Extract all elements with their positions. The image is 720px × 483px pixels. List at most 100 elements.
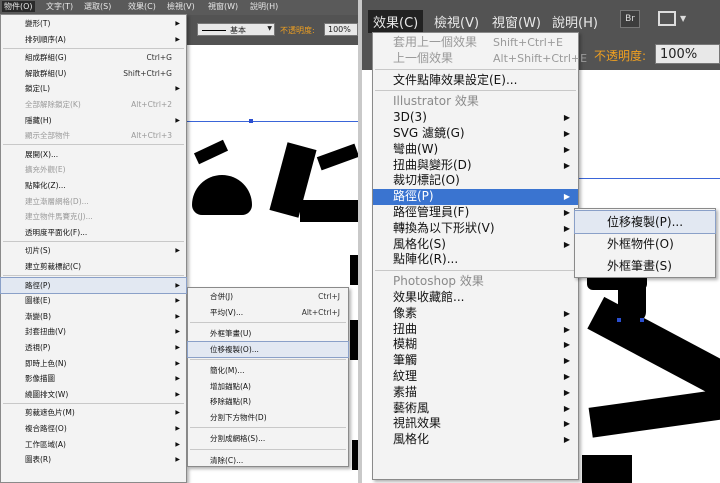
menu-item-簡化[interactable]: 簡化(M)... bbox=[188, 363, 348, 379]
workspace-layout-icon[interactable] bbox=[658, 11, 676, 26]
menu-effect[interactable]: 效果(C) bbox=[128, 1, 156, 12]
menu-object[interactable]: 物件(O) bbox=[2, 1, 35, 12]
menu-item-建立剪裁標記[interactable]: 建立剪裁標記(C) bbox=[1, 259, 186, 275]
menu-item-圖樣[interactable]: 圖樣(E) ▶ bbox=[1, 293, 186, 309]
menu-item-像素[interactable]: 像素 ▶ bbox=[373, 306, 578, 322]
menu-item-路徑管理員[interactable]: 路徑管理員(F) ▶ bbox=[373, 205, 578, 221]
menu-item-點陣化[interactable]: 點陣化(R)... bbox=[373, 252, 578, 268]
menu-separator bbox=[375, 270, 576, 272]
menu-item-label: 封套扭曲(V) bbox=[25, 327, 66, 337]
menu-item-視訊效果[interactable]: 視訊效果 ▶ bbox=[373, 416, 578, 432]
menu-item-路徑[interactable]: 路徑(P) ▶ bbox=[0, 276, 187, 295]
menu-item-label: 效果收藏館... bbox=[393, 290, 465, 304]
opacity-label: 不透明度: bbox=[594, 49, 647, 63]
menu-item-彎曲[interactable]: 彎曲(W) ▶ bbox=[373, 142, 578, 158]
menu-item-label: 藝術風 bbox=[393, 400, 430, 415]
menu-item-排列順序[interactable]: 排列順序(A) ▶ bbox=[1, 32, 186, 48]
menu-item-變形[interactable]: 變形(T) ▶ bbox=[1, 16, 186, 32]
menu-item-label: 外框筆畫(U) bbox=[210, 329, 252, 338]
menu-item-清除[interactable]: 清除(C)... bbox=[188, 453, 348, 469]
bridge-button[interactable]: Br bbox=[620, 10, 640, 28]
menu-item-分割下方物件[interactable]: 分割下方物件(D) bbox=[188, 410, 348, 426]
menu-window[interactable]: 視窗(W) bbox=[208, 1, 238, 12]
menu-item-分割成網格[interactable]: 分割成網格(S)... bbox=[188, 431, 348, 447]
menu-item-紋理[interactable]: 紋理 ▶ bbox=[373, 369, 578, 385]
menu-separator bbox=[375, 90, 576, 92]
menu-item-切片[interactable]: 切片(S) ▶ bbox=[1, 243, 186, 259]
menu-item-效果收藏館[interactable]: 效果收藏館... bbox=[373, 290, 578, 306]
submenu-arrow-icon: ▶ bbox=[175, 35, 180, 43]
menu-item-移除錨點[interactable]: 移除錨點(R) bbox=[188, 394, 348, 410]
menu-item-複合路徑[interactable]: 複合路徑(O) ▶ bbox=[1, 421, 186, 437]
opacity-input[interactable]: 100% bbox=[324, 23, 358, 36]
menu-item-label: 外框物件(O) bbox=[607, 237, 674, 251]
menu-item-隱藏[interactable]: 隱藏(H) ▶ bbox=[1, 113, 186, 129]
menu-type[interactable]: 文字(T) bbox=[46, 1, 73, 12]
menu-item-label: 變形(T) bbox=[25, 19, 51, 28]
menu-item-label: 繞圖排文(W) bbox=[25, 389, 69, 399]
menu-item-筆觸[interactable]: 筆觸 ▶ bbox=[373, 353, 578, 369]
right-screenshot: 效果(C) 檢視(V) 視窗(W) 說明(H) Br ▼ 不透明度: 100% … bbox=[362, 0, 720, 483]
opacity-value: 100% bbox=[660, 47, 698, 62]
menu-item-素描[interactable]: 素描 ▶ bbox=[373, 385, 578, 401]
menu-select[interactable]: 選取(S) bbox=[84, 1, 111, 12]
menu-item-封套扭曲[interactable]: 封套扭曲(V) ▶ bbox=[1, 324, 186, 340]
menu-separator bbox=[190, 359, 346, 360]
menu-help[interactable]: 說明(H) bbox=[250, 1, 278, 12]
menu-item-鎖定[interactable]: 鎖定(L) ▶ bbox=[1, 81, 186, 97]
menu-item-label: 扭曲 bbox=[393, 321, 418, 336]
menu-item-裁切標記[interactable]: 裁切標記(O) bbox=[373, 173, 578, 189]
menu-item-文件點陣效果設定[interactable]: 文件點陣效果設定(E)... bbox=[373, 73, 578, 89]
menu-item-3d[interactable]: 3D(3) ▶ bbox=[373, 110, 578, 126]
menu-window[interactable]: 視窗(W) bbox=[492, 12, 541, 31]
menu-item-模糊[interactable]: 模糊 ▶ bbox=[373, 337, 578, 353]
menu-item-合併[interactable]: 合併(J) Ctrl+J bbox=[188, 289, 348, 305]
menu-item-label: 裁切標記(O) bbox=[393, 173, 460, 188]
menu-item-label: 風格化 bbox=[393, 432, 430, 447]
menu-item-剪裁遮色片[interactable]: 剪裁遮色片(M) ▶ bbox=[1, 405, 186, 421]
menu-item-扭曲[interactable]: 扭曲 ▶ bbox=[373, 322, 578, 338]
menu-view[interactable]: 檢視(V) bbox=[434, 12, 479, 31]
menu-item-label: Illustrator 效果 bbox=[393, 94, 479, 109]
menu-item-扭曲與變形[interactable]: 扭曲與變形(D) ▶ bbox=[373, 158, 578, 174]
menu-item-label: 位移複製(P)... bbox=[607, 215, 684, 229]
menu-item-透視[interactable]: 透視(P) ▶ bbox=[1, 340, 186, 356]
menu-help[interactable]: 說明(H) bbox=[552, 12, 598, 31]
menu-separator bbox=[375, 68, 576, 70]
menu-effect[interactable]: 效果(C) bbox=[368, 10, 424, 33]
menu-item-外框筆畫[interactable]: 外框筆畫(U) bbox=[188, 326, 348, 342]
menu-item-圖表[interactable]: 圖表(R) ▶ bbox=[1, 452, 186, 468]
menu-item-位移複製[interactable]: 位移複製(P)... bbox=[574, 210, 716, 234]
menu-item-svg-濾鏡[interactable]: SVG 濾鏡(G) ▶ bbox=[373, 126, 578, 142]
menu-item-組成群組[interactable]: 組成群組(G) Ctrl+G bbox=[1, 50, 186, 66]
menu-item-轉換為以下形狀[interactable]: 轉換為以下形狀(V) ▶ bbox=[373, 221, 578, 237]
menu-item-label: 透明度平面化(F)... bbox=[25, 227, 88, 237]
menu-item-路徑[interactable]: 路徑(P) ▶ bbox=[373, 189, 578, 205]
menu-item-label: Photoshop 效果 bbox=[393, 274, 484, 289]
menu-item-漸變[interactable]: 漸變(B) ▶ bbox=[1, 309, 186, 325]
menu-item-點陣化[interactable]: 點陣化(Z)... bbox=[1, 178, 186, 194]
menu-item-外框筆畫[interactable]: 外框筆畫(S) bbox=[575, 255, 715, 277]
menu-item-透明度平面化[interactable]: 透明度平面化(F)... bbox=[1, 225, 186, 241]
menu-item-影像描圖[interactable]: 影像描圖 ▶ bbox=[1, 371, 186, 387]
menu-item-繞圖排文[interactable]: 繞圖排文(W) ▶ bbox=[1, 387, 186, 403]
menu-item-風格化[interactable]: 風格化(S) ▶ bbox=[373, 237, 578, 253]
submenu-arrow-icon: ▶ bbox=[563, 160, 570, 170]
menu-item-展開[interactable]: 展開(X)... bbox=[1, 147, 186, 163]
menu-item-即時上色[interactable]: 即時上色(N) ▶ bbox=[1, 356, 186, 372]
menu-item-增加錨點[interactable]: 增加錨點(A) bbox=[188, 379, 348, 395]
menu-item-label: 隱藏(H) bbox=[25, 115, 52, 125]
stroke-style-dropdown[interactable]: 基本 ▼ bbox=[197, 23, 275, 36]
menu-item-外框物件[interactable]: 外框物件(O) bbox=[575, 233, 715, 255]
submenu-arrow-icon: ▶ bbox=[563, 387, 570, 397]
menu-item-位移複製[interactable]: 位移複製(O)... bbox=[187, 340, 349, 358]
menu-item-藝術風[interactable]: 藝術風 ▶ bbox=[373, 401, 578, 417]
submenu-arrow-icon: ▶ bbox=[563, 129, 570, 138]
menu-item-解散群組[interactable]: 解散群組(U) Shift+Ctrl+G bbox=[1, 66, 186, 82]
opacity-input[interactable]: 100% bbox=[655, 44, 720, 64]
menu-view[interactable]: 檢視(V) bbox=[167, 1, 195, 12]
menu-item-label: 視訊效果 bbox=[393, 416, 442, 431]
menu-item-風格化[interactable]: 風格化 ▶ bbox=[373, 432, 578, 448]
menu-item-平均[interactable]: 平均(V)... Alt+Ctrl+J bbox=[188, 305, 348, 321]
menu-item-工作區域[interactable]: 工作區域(A) ▶ bbox=[1, 437, 186, 453]
